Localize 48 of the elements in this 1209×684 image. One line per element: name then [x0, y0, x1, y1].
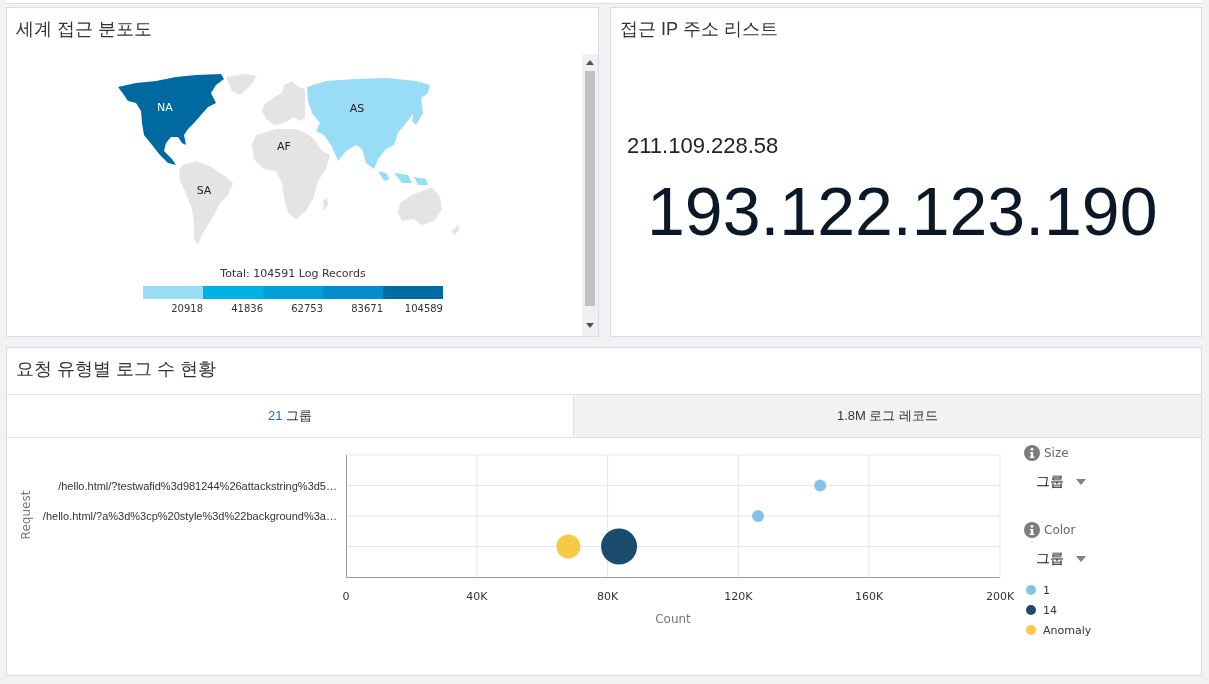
continent-region [452, 225, 460, 235]
legend-label: 104589 [404, 302, 443, 316]
info-icon [1024, 522, 1040, 538]
caret-icon [1076, 479, 1086, 485]
continent-region [262, 81, 305, 125]
control-label: Color [1044, 523, 1076, 537]
legend-dot [1026, 625, 1036, 635]
panel-title: 세계 접근 분포도 [16, 18, 152, 40]
region-label: AF [277, 140, 291, 153]
scroll-thumb[interactable] [585, 71, 595, 306]
axis-title: Count [655, 612, 691, 626]
caret-icon [1076, 556, 1086, 562]
tick-label: 120K [724, 590, 753, 603]
info-icon [1024, 445, 1040, 461]
tick-label: 160K [855, 590, 884, 603]
region-label: AS [349, 102, 365, 115]
legend-label: 1 [1043, 583, 1050, 597]
legend-dot [1026, 585, 1036, 595]
control-label: Size [1044, 446, 1069, 460]
legend-label: 20918 [171, 302, 203, 316]
continent-region [226, 74, 257, 95]
tick-label: 200K [985, 590, 1015, 603]
scroll-up-icon[interactable] [586, 60, 594, 65]
panel-title: 접근 IP 주소 리스트 [620, 18, 778, 40]
axis-title: Request [19, 490, 33, 540]
category-label: /hello.html/?testwafid%3d981244%26attackstring%3d5… [58, 479, 337, 492]
scroll-down-icon[interactable] [586, 323, 594, 328]
legend-label: 41836 [231, 302, 263, 316]
select-dropdown[interactable]: 그룹 [1036, 473, 1086, 491]
legend-label: Anomaly [1043, 623, 1092, 637]
tab[interactable]: 1.8M 로그 레코드 [573, 394, 1201, 438]
legend-label: 83671 [351, 302, 383, 316]
legend-title: Total: 104591 Log Records [220, 266, 366, 282]
ip-address: 193.122.123.190 [647, 173, 1158, 249]
region-label: SA [196, 184, 212, 197]
select-dropdown[interactable]: 그룹 [1036, 550, 1086, 568]
legend-label: 62753 [291, 302, 323, 316]
tick-label: 80K [597, 590, 619, 603]
panel-title: 요청 유형별 로그 수 현황 [16, 358, 216, 380]
tick-label: 0 [342, 590, 350, 603]
legend-dot [1026, 605, 1036, 615]
ip-address: 211.109.228.58 [627, 133, 779, 159]
tick-label: 40K [466, 590, 488, 603]
category-label: /hello.html/?a%3d%3cp%20style%3d%22background%3a… [42, 510, 337, 522]
continent-region [398, 187, 442, 225]
legend-label: 14 [1043, 603, 1057, 617]
tab[interactable]: 21 그룹 [7, 394, 573, 438]
region-label: NA [157, 101, 173, 114]
